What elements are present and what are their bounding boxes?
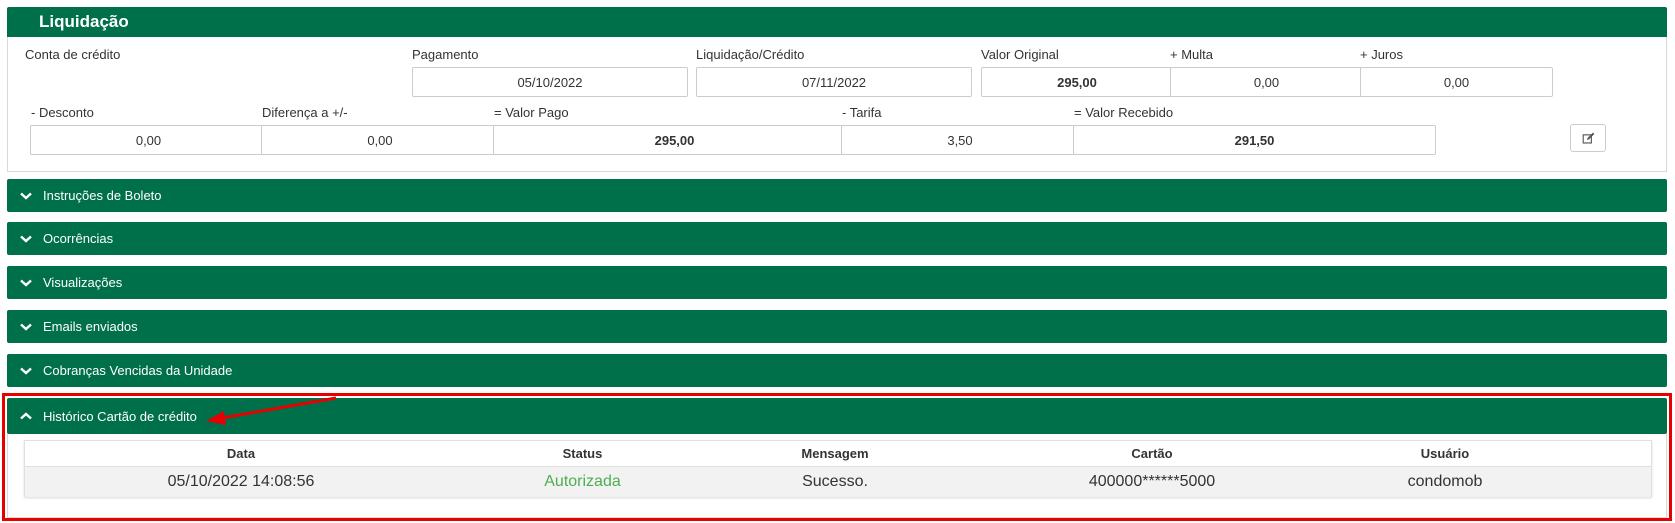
accordion-historico-cartao[interactable]: Histórico Cartão de crédito [7, 398, 1667, 434]
accordion-visualizacoes[interactable]: Visualizações [7, 266, 1667, 299]
diferenca-field[interactable]: 0,00 [261, 125, 499, 155]
cell-status: Autorizada [544, 473, 621, 490]
column-header-mensagem[interactable]: Mensagem [775, 446, 895, 461]
accordion-cobrancas-vencidas[interactable]: Cobranças Vencidas da Unidade [7, 354, 1667, 387]
multa-label: + Multa [1170, 47, 1213, 62]
tarifa-label: - Tarifa [842, 105, 882, 120]
column-header-status[interactable]: Status [520, 446, 645, 461]
desconto-field[interactable]: 0,00 [30, 125, 267, 155]
chevron-down-icon [19, 189, 33, 203]
valor-recebido-field[interactable]: 291,50 [1073, 125, 1436, 155]
table-header-row: Data Status Mensagem Cartão Usuário [25, 441, 1651, 467]
table-row[interactable]: 05/10/2022 14:08:56 Autorizada Sucesso. … [25, 467, 1651, 497]
pagamento-label: Pagamento [412, 47, 479, 62]
cell-cartao: 400000******5000 [1088, 473, 1216, 490]
edit-button[interactable] [1570, 124, 1606, 152]
edit-icon [1582, 132, 1595, 145]
multa-field[interactable]: 0,00 [1170, 67, 1363, 97]
accordion-label: Histórico Cartão de crédito [43, 408, 197, 424]
accordion-emails-enviados[interactable]: Emails enviados [7, 310, 1667, 343]
tarifa-field[interactable]: 3,50 [841, 125, 1079, 155]
chevron-up-icon [19, 409, 33, 423]
liquidacao-credito-label: Liquidação/Crédito [696, 47, 805, 62]
cell-mensagem: Sucesso. [802, 473, 868, 490]
accordion-label: Visualizações [43, 275, 123, 290]
juros-field[interactable]: 0,00 [1360, 67, 1553, 97]
liquidacao-credito-field[interactable]: 07/11/2022 [696, 67, 972, 97]
historico-panel: Data Status Mensagem Cartão Usuário 05/1… [7, 434, 1667, 518]
accordion-ocorrencias[interactable]: Ocorrências [7, 222, 1667, 255]
accordion-instrucoes-boleto[interactable]: Instruções de Boleto [7, 179, 1667, 212]
juros-label: + Juros [1360, 47, 1403, 62]
valor-pago-field[interactable]: 295,00 [493, 125, 856, 155]
valor-original-label: Valor Original [981, 47, 1059, 62]
chevron-down-icon [19, 232, 33, 246]
accordion-label: Cobranças Vencidas da Unidade [43, 363, 233, 378]
chevron-down-icon [19, 276, 33, 290]
liquidacao-header: Liquidação [7, 7, 1667, 37]
valor-pago-label: = Valor Pago [494, 105, 569, 120]
pagamento-field[interactable]: 05/10/2022 [412, 67, 688, 97]
accordion-label: Emails enviados [43, 319, 138, 334]
desconto-label: - Desconto [31, 105, 94, 120]
conta-credito-label: Conta de crédito [25, 47, 121, 62]
cell-data: 05/10/2022 14:08:56 [167, 473, 315, 490]
accordion-label: Ocorrências [43, 231, 114, 246]
column-header-usuario[interactable]: Usuário [1385, 446, 1505, 461]
chevron-down-icon [19, 364, 33, 378]
column-header-data[interactable]: Data [125, 446, 357, 461]
diferenca-label: Diferença a +/- [262, 105, 348, 120]
valor-recebido-label: = Valor Recebido [1074, 105, 1174, 120]
liquidacao-panel: Conta de crédito Pagamento 05/10/2022 Li… [7, 37, 1667, 172]
cell-usuario: condomob [1407, 473, 1483, 490]
column-header-cartao[interactable]: Cartão [1092, 446, 1212, 461]
liquidacao-title: Liquidação [39, 12, 129, 31]
accordion-label: Instruções de Boleto [43, 188, 162, 203]
valor-original-field[interactable]: 295,00 [981, 67, 1173, 97]
chevron-down-icon [19, 320, 33, 334]
historico-table: Data Status Mensagem Cartão Usuário 05/1… [24, 440, 1652, 497]
